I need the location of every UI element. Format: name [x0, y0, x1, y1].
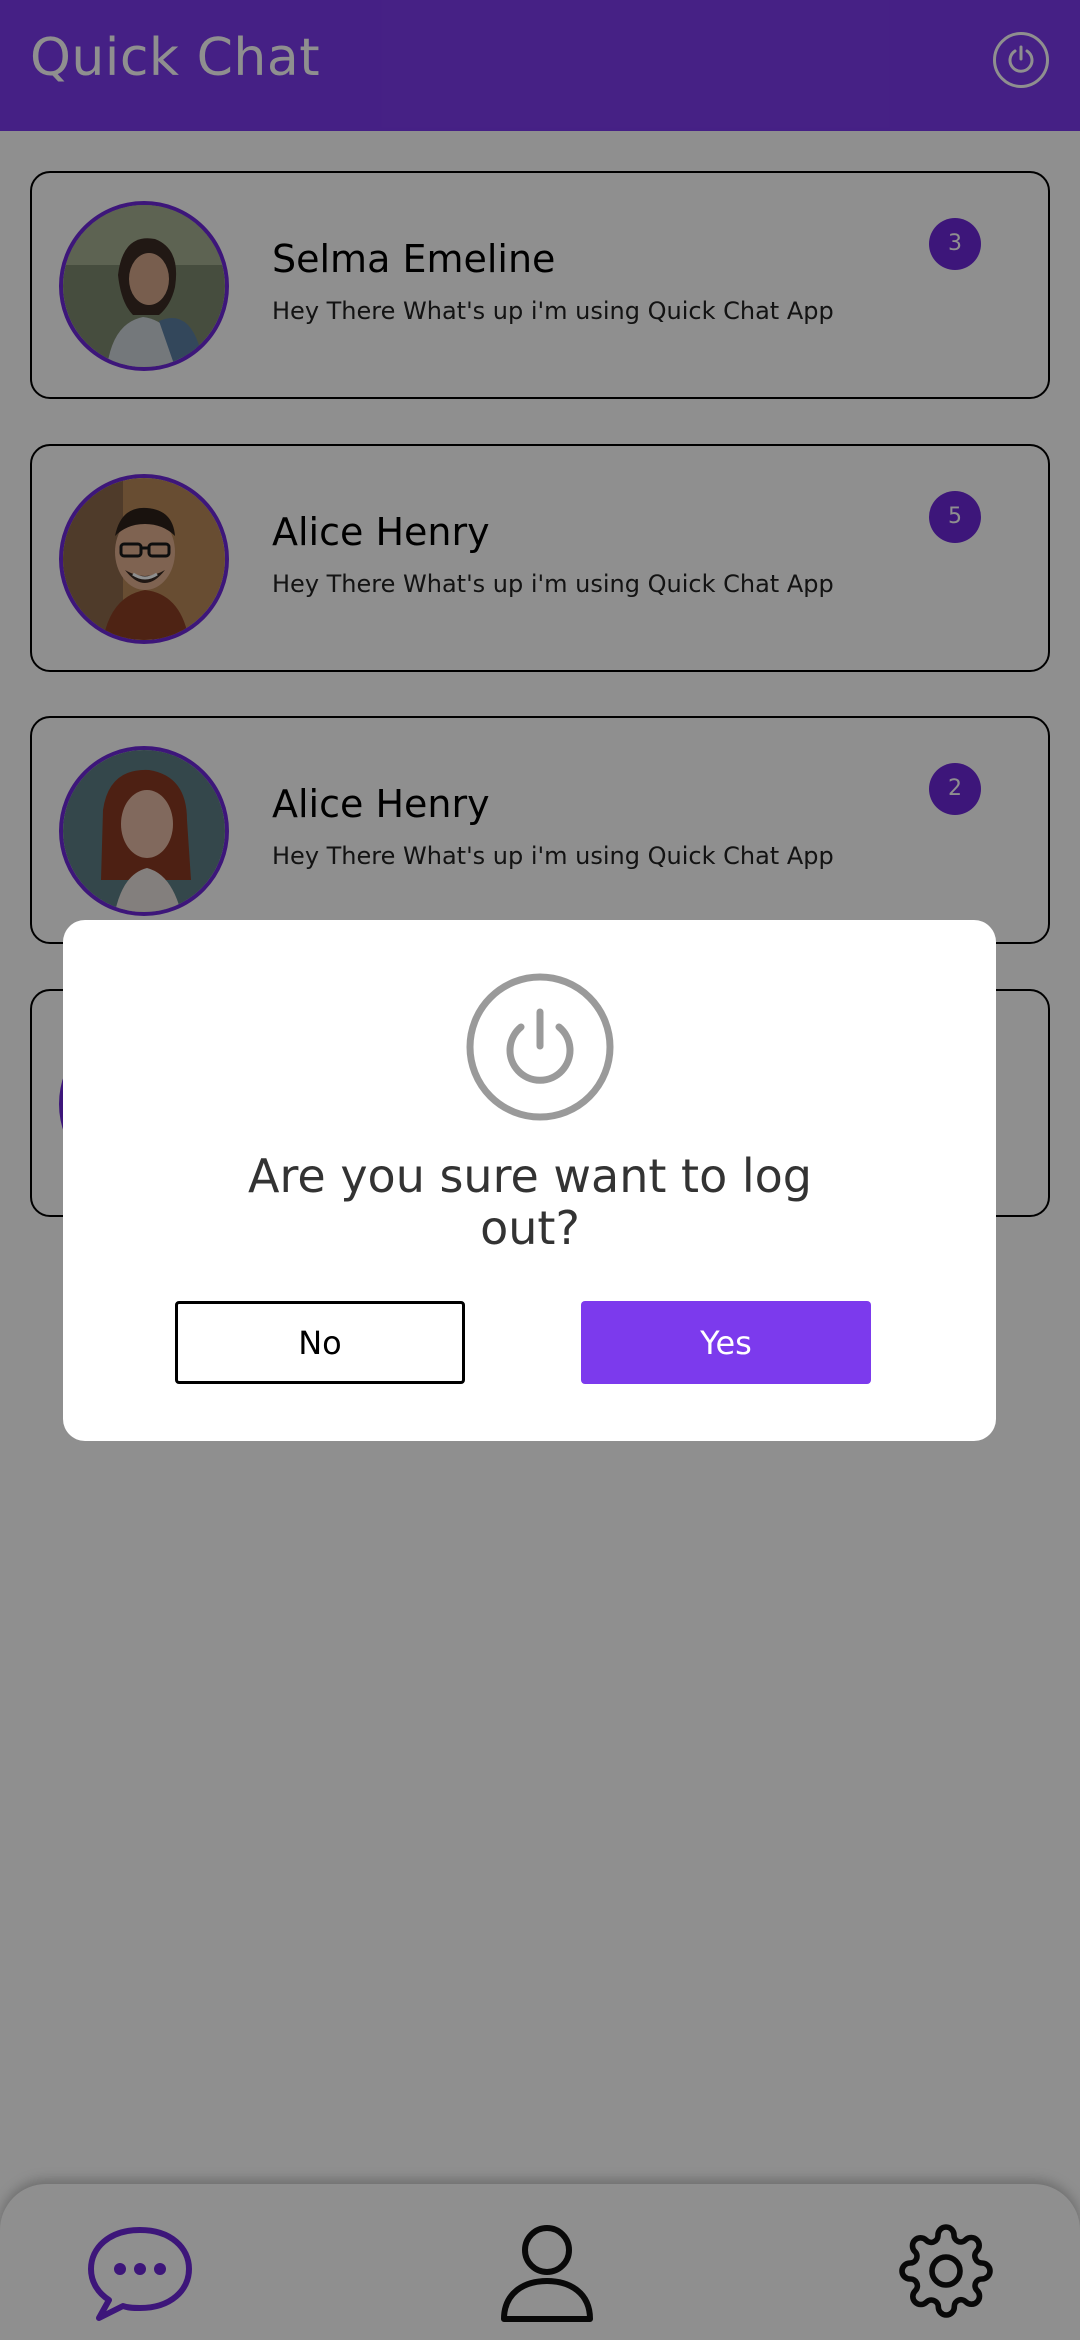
- power-icon: [465, 972, 615, 1122]
- logout-dialog: Are you sure want to log out? No Yes: [63, 920, 996, 1441]
- no-button[interactable]: No: [175, 1301, 465, 1384]
- yes-button[interactable]: Yes: [581, 1301, 871, 1384]
- dialog-message: Are you sure want to log out?: [248, 1149, 812, 1255]
